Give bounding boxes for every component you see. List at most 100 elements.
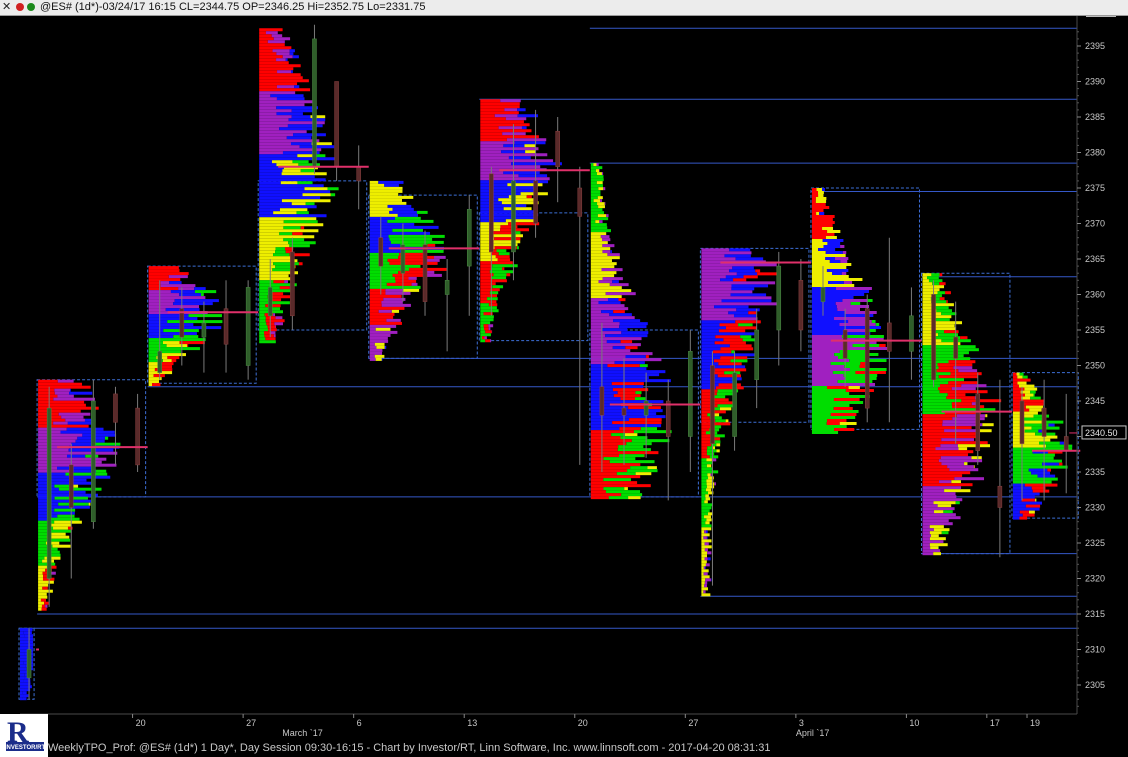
tpo-row [590,187,599,191]
tpo-row [922,552,934,556]
tpo-row [922,300,932,304]
tpo-row [276,58,286,62]
tpo-row [922,396,947,400]
tpo-row [381,303,411,307]
tpo-row [274,322,283,326]
tpo-row [701,524,712,528]
tpo-row [1035,498,1037,502]
tpo-row [590,343,641,347]
tpo-row [70,388,71,392]
tpo-row [590,205,599,209]
tpo-row [701,461,713,465]
tpo-row [54,388,71,392]
tpo-row [385,288,403,292]
tpo-row [922,372,951,376]
tpo-row [148,287,179,291]
tpo-row [259,193,303,197]
tpo-row [612,388,649,392]
tpo-row [811,239,823,242]
tpo-row [480,264,493,268]
tpo-row [283,238,305,242]
tpo-row [922,387,939,391]
tpo-row [590,427,620,431]
tpo-row [480,210,535,214]
tpo-row [922,366,939,370]
tpo-row [618,445,644,449]
tpo-row [148,329,164,333]
tpo-row [922,498,963,502]
tpo-row [369,279,396,283]
tpo-row [1012,465,1068,469]
tpo-row [939,282,946,286]
tpo-row [985,414,988,418]
tpo-row [148,347,200,351]
tpo-row [38,529,72,533]
tpo-row [506,138,547,142]
tpo-row [922,327,956,331]
tpo-row [188,314,222,318]
tpo-row [268,328,277,332]
tpo-row [275,325,277,329]
tpo-row [922,381,949,385]
tpo-row [272,268,292,272]
tpo-row [603,487,625,491]
tpo-row [387,258,425,262]
tpo-row [148,350,181,354]
tpo-row [71,442,95,446]
candle-body [201,322,207,338]
tpo-row [596,163,599,167]
tpo-row [1012,462,1043,466]
tpo-row [629,418,662,422]
tpo-row [22,691,27,695]
tpo-row [590,217,609,221]
tpo-row [834,428,855,431]
tpo-row [811,200,816,203]
tpo-row [811,419,828,422]
tpo-row [705,578,712,582]
tpo-row [625,355,646,359]
candle-body [489,173,494,253]
tpo-row [259,139,320,143]
tpo-row [386,318,401,322]
tpo-row [811,257,826,260]
tpo-row [844,311,877,314]
tpo-row [480,285,493,289]
tpo-row [611,382,644,386]
tpo-row [811,377,845,380]
tpo-row [384,183,399,187]
tpo-row [259,55,283,59]
tpo-row [590,250,603,254]
tpo-row [590,460,610,464]
tpo-row [842,251,847,254]
tpo-row [701,383,719,387]
tpo-row [590,367,647,371]
tpo-row [259,64,301,68]
tpo-row [598,280,613,284]
tpo-row [869,329,876,332]
tpo-row [23,631,32,635]
tpo-row [701,500,705,504]
tpo-row [273,211,297,215]
tpo-row [701,476,709,480]
tpo-row [20,664,26,668]
tpo-row [701,497,706,501]
tpo-row [834,317,866,320]
tpo-row [590,172,597,176]
tpo-row [743,275,758,279]
tpo-row [488,303,498,307]
tpo-row [922,489,945,493]
tpo-row [1012,513,1023,517]
tpo-row [811,194,819,197]
tpo-row [259,172,282,176]
tpo-row [480,249,490,253]
tpo-row [375,327,391,331]
tpo-row [369,300,382,304]
tpo-row [369,354,375,358]
close-icon[interactable]: ✕ [2,0,11,15]
tpo-row [259,235,315,239]
tpo-row [590,280,599,284]
tpo-row [590,496,609,500]
tpo-row [57,394,74,398]
tpo-row [1012,483,1025,487]
tpo-row [613,394,641,398]
